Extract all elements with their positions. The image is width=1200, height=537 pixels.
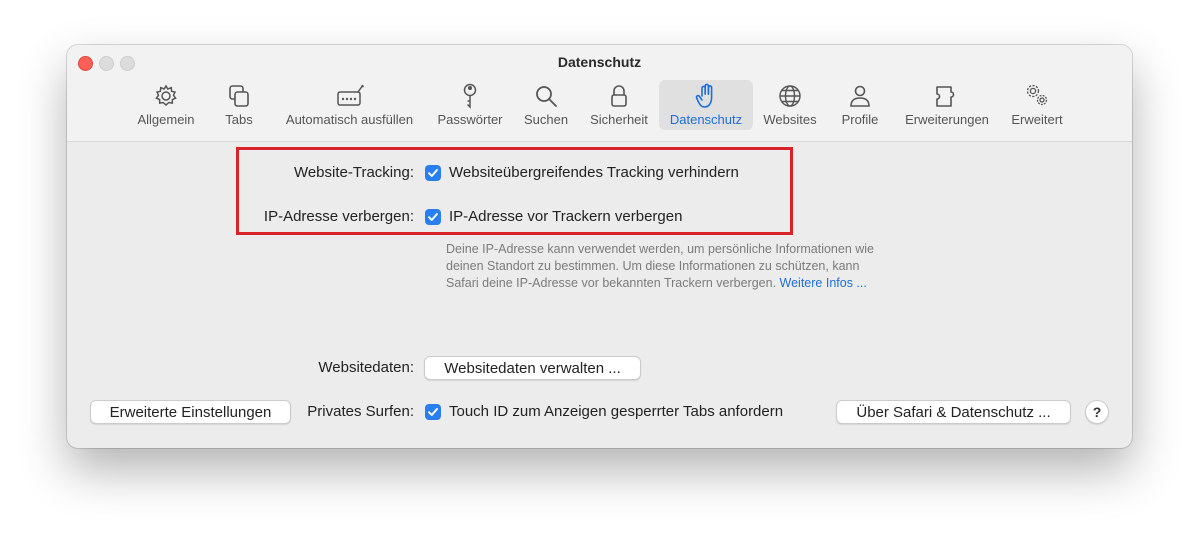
- autofill-icon: [336, 84, 364, 106]
- tab-tabs[interactable]: Tabs: [214, 80, 264, 130]
- advanced-settings-button[interactable]: Erweiterte Einstellungen: [90, 400, 291, 424]
- tab-label: Erweiterungen: [905, 112, 989, 127]
- tab-search[interactable]: Suchen: [517, 80, 575, 130]
- checkmark-icon: [428, 408, 438, 416]
- tab-autofill[interactable]: Automatisch ausfüllen: [277, 80, 422, 130]
- tab-advanced[interactable]: Erweitert: [1004, 80, 1070, 130]
- globe-icon: [779, 85, 801, 107]
- help-line: Deine IP-Adresse kann verwendet werden, …: [446, 242, 875, 256]
- tab-label: Automatisch ausfüllen: [285, 112, 414, 127]
- search-icon: [536, 86, 557, 107]
- tab-label: Passwörter: [437, 112, 503, 127]
- touch-id-option[interactable]: Touch ID zum Anzeigen gesperrter Tabs an…: [449, 401, 783, 423]
- tab-websites[interactable]: Websites: [757, 80, 823, 130]
- tab-privacy[interactable]: Datenschutz: [659, 80, 753, 130]
- tab-allgemein[interactable]: Allgemein: [132, 80, 200, 130]
- tab-extensions[interactable]: Erweiterungen: [897, 80, 997, 130]
- help-line: deinen Standort zu bestimmen. Um diese I…: [446, 259, 860, 273]
- tab-label: Sicherheit: [590, 112, 648, 127]
- key-icon: [463, 83, 477, 109]
- settings-window: Datenschutz Allgemein Tabs Automatisch a…: [67, 45, 1132, 448]
- help-line: Safari deine IP-Adresse vor bekannten Tr…: [446, 276, 777, 290]
- highlight-annotation-box: [236, 147, 793, 235]
- tab-label: Suchen: [523, 112, 569, 127]
- about-safari-privacy-button[interactable]: Über Safari & Datenschutz ...: [836, 400, 1071, 424]
- person-icon: [850, 85, 870, 107]
- window-title: Datenschutz: [557, 54, 642, 70]
- hand-icon: [695, 83, 713, 108]
- tab-passwords[interactable]: Passwörter: [433, 80, 507, 130]
- lock-icon: [611, 85, 627, 107]
- tabs-icon: [229, 85, 249, 107]
- tab-label: Tabs: [225, 112, 253, 127]
- gear-icon: [155, 84, 177, 107]
- tab-profiles[interactable]: Profile: [832, 80, 888, 130]
- private-browsing-label: Privates Surfen:: [307, 403, 414, 420]
- website-data-label: Websitedaten:: [318, 359, 414, 376]
- learn-more-link[interactable]: Weitere Infos ...: [780, 276, 867, 290]
- ip-help-text: Deine IP-Adresse kann verwendet werden, …: [446, 241, 946, 292]
- toolbar: Datenschutz Allgemein Tabs Automatisch a…: [67, 45, 1132, 142]
- touch-id-checkbox[interactable]: [425, 404, 441, 420]
- manage-website-data-button[interactable]: Websitedaten verwalten ...: [424, 356, 641, 380]
- tab-security[interactable]: Sicherheit: [583, 80, 655, 130]
- tab-label: Datenschutz: [669, 112, 743, 127]
- puzzle-icon: [936, 86, 955, 107]
- tab-label: Erweitert: [1011, 112, 1063, 127]
- tab-label: Profile: [841, 112, 879, 127]
- gears-icon: [1026, 84, 1048, 106]
- tab-label: Allgemein: [137, 112, 195, 127]
- tab-label: Websites: [763, 112, 817, 127]
- help-button[interactable]: ?: [1085, 400, 1109, 424]
